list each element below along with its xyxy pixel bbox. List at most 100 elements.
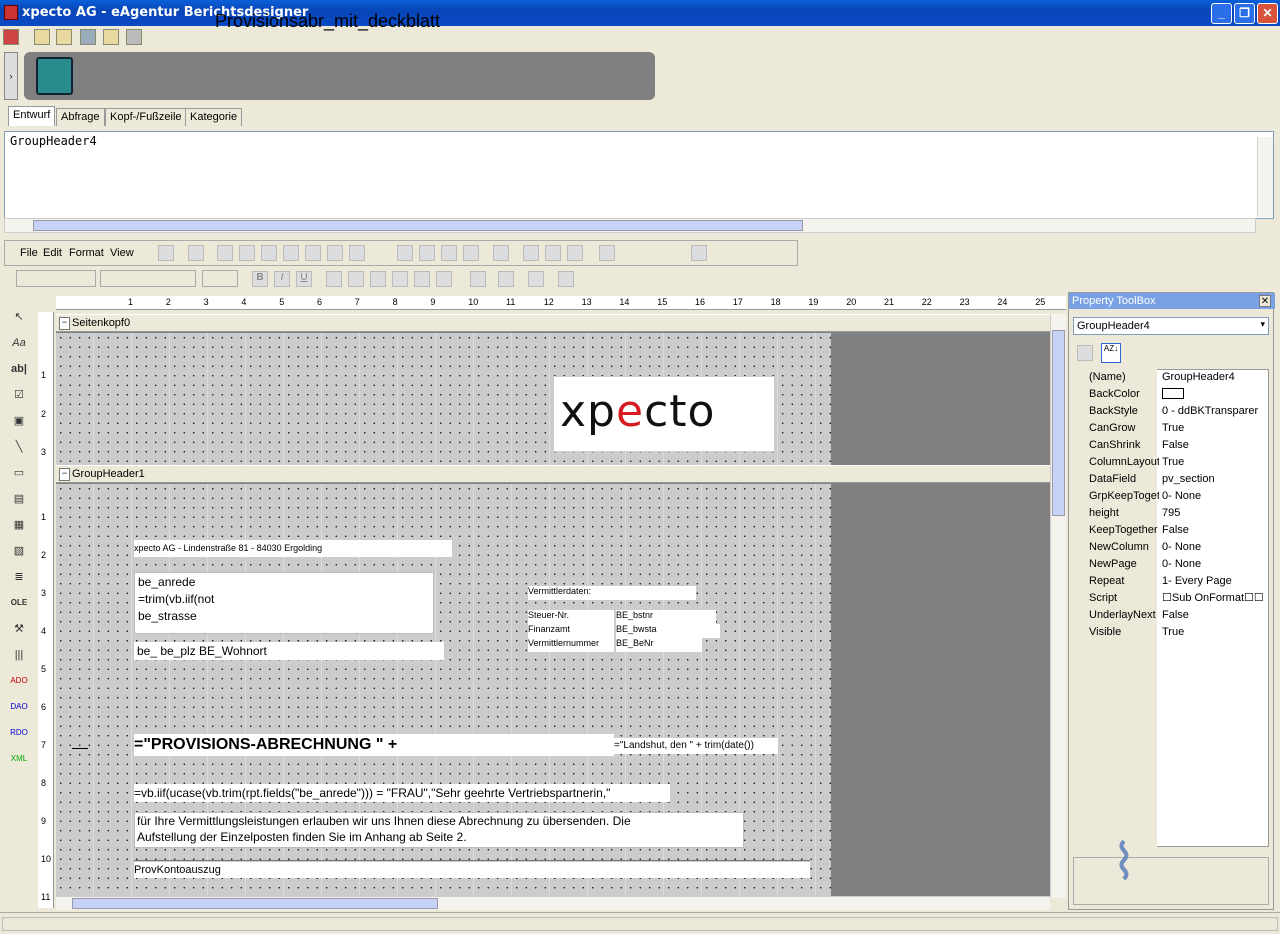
properties-icon[interactable] bbox=[158, 245, 174, 261]
property-value[interactable]: ☐Sub OnFormat☐☐ bbox=[1162, 590, 1268, 606]
property-value[interactable]: 795 bbox=[1162, 505, 1268, 521]
send-back-icon[interactable] bbox=[419, 245, 435, 261]
align-icon[interactable] bbox=[523, 245, 539, 261]
property-value[interactable]: pv_section bbox=[1162, 471, 1268, 487]
property-row[interactable]: CanGrow True bbox=[1073, 420, 1269, 437]
xml-tool-icon[interactable]: XML bbox=[8, 748, 30, 770]
alphabetical-icon[interactable]: AZ↓ bbox=[1101, 343, 1121, 363]
property-row[interactable]: (Name) GroupHeader4 bbox=[1073, 369, 1269, 386]
select-icon[interactable] bbox=[305, 245, 321, 261]
barcode-list-tool-icon[interactable]: ≣ bbox=[8, 566, 30, 588]
design-vscroll[interactable] bbox=[1050, 314, 1066, 898]
property-row[interactable]: GrpKeepTogetl 0- None bbox=[1073, 488, 1269, 505]
body-text[interactable]: für Ihre Vermittlungsleistungen erlauben… bbox=[134, 812, 744, 848]
property-value[interactable]: GroupHeader4 bbox=[1162, 369, 1268, 385]
line-color-icon[interactable] bbox=[528, 271, 544, 287]
categorized-icon[interactable] bbox=[1077, 345, 1093, 361]
pointer-icon[interactable]: ↖ bbox=[8, 306, 30, 328]
size-combo[interactable] bbox=[202, 270, 238, 287]
property-value[interactable]: 0- None bbox=[1162, 488, 1268, 504]
property-row[interactable]: NewColumn 0- None bbox=[1073, 539, 1269, 556]
paste-icon[interactable] bbox=[261, 245, 277, 261]
textbox-tool-icon[interactable]: ab| bbox=[8, 358, 30, 380]
scroll-thumb[interactable] bbox=[33, 220, 803, 231]
property-value[interactable]: True bbox=[1162, 454, 1268, 470]
align-right-icon[interactable] bbox=[370, 271, 386, 287]
finanzamt-label[interactable]: Finanzamt bbox=[528, 624, 614, 638]
dao-tool-icon[interactable]: DAO bbox=[8, 696, 30, 718]
image-tool-icon[interactable]: ▣ bbox=[8, 410, 30, 432]
design-hscroll[interactable] bbox=[56, 896, 1050, 910]
outdent-icon[interactable] bbox=[414, 271, 430, 287]
scroll-thumb[interactable] bbox=[1052, 330, 1065, 516]
property-row[interactable]: ColumnLayout True bbox=[1073, 454, 1269, 471]
menu-format[interactable]: Format bbox=[69, 247, 104, 259]
side-grip[interactable]: › bbox=[4, 52, 18, 100]
property-value[interactable]: 0 - ddBKTransparer bbox=[1162, 403, 1268, 419]
property-value[interactable] bbox=[1162, 386, 1268, 404]
scroll-thumb[interactable] bbox=[72, 898, 438, 909]
close-icon[interactable]: ✕ bbox=[1259, 295, 1271, 307]
label-tool-icon[interactable]: Aa bbox=[8, 332, 30, 354]
snap-icon[interactable] bbox=[463, 245, 479, 261]
tab-kopf-fusszeile[interactable]: Kopf-/Fußzeile bbox=[105, 108, 187, 126]
barcode-tool-icon[interactable]: ||| bbox=[8, 644, 30, 666]
list-icon[interactable] bbox=[392, 271, 408, 287]
crop-icon[interactable] bbox=[599, 245, 615, 261]
maximize-button[interactable]: ❐ bbox=[1234, 3, 1255, 24]
rectangle-tool-icon[interactable]: ▭ bbox=[8, 462, 30, 484]
property-row[interactable]: Visible True bbox=[1073, 624, 1269, 641]
property-row[interactable]: Script ☐Sub OnFormat☐☐ bbox=[1073, 590, 1269, 607]
address-block[interactable]: be_anrede =trim(vb.iif(not be_strasse bbox=[134, 572, 434, 634]
copy-icon[interactable] bbox=[239, 245, 255, 261]
window-icon[interactable] bbox=[188, 245, 204, 261]
property-value[interactable]: False bbox=[1162, 607, 1268, 623]
line-style-icon[interactable] bbox=[558, 271, 574, 287]
minimize-button[interactable]: _ bbox=[1211, 3, 1232, 24]
line-tool-icon[interactable]: ╲ bbox=[8, 436, 30, 458]
vermnr-value[interactable]: BE_BeNr bbox=[616, 638, 702, 652]
steuer-label[interactable]: Steuer-Nr. bbox=[528, 610, 614, 624]
property-value[interactable]: False bbox=[1162, 522, 1268, 538]
property-row[interactable]: BackColor bbox=[1073, 386, 1269, 403]
font-combo[interactable] bbox=[16, 270, 96, 287]
property-row[interactable]: NewPage 0- None bbox=[1073, 556, 1269, 573]
finanzamt-value[interactable]: BE_bwsta bbox=[616, 624, 720, 638]
menu-file[interactable]: File bbox=[20, 247, 38, 259]
steuer-value[interactable]: BE_bstnr bbox=[616, 610, 716, 624]
property-value[interactable]: 1- Every Page bbox=[1162, 573, 1268, 589]
spacing-icon[interactable] bbox=[545, 245, 561, 261]
salutation-expression[interactable]: =vb.iif(ucase(vb.trim(rpt.fields("be_anr… bbox=[134, 784, 670, 802]
tab-entwurf[interactable]: Entwurf bbox=[8, 106, 56, 126]
property-row[interactable]: BackStyle 0 - ddBKTransparer bbox=[1073, 403, 1269, 420]
vermittlerdaten-label[interactable]: Vermittlerdaten: bbox=[528, 586, 696, 600]
provkonto-subreport[interactable]: ProvKontoauszug bbox=[134, 862, 810, 878]
richtext-tool-icon[interactable]: ▤ bbox=[8, 488, 30, 510]
vermnr-label[interactable]: Vermittlernummer bbox=[528, 638, 614, 652]
design-surface[interactable]: Seitenkopf0 xpecto GroupHeader1 xpecto A… bbox=[56, 314, 1050, 898]
resize-icon[interactable] bbox=[691, 245, 707, 261]
section-groupheader1[interactable]: GroupHeader1 bbox=[56, 465, 1050, 483]
property-value[interactable]: True bbox=[1162, 624, 1268, 640]
cut-icon[interactable] bbox=[217, 245, 233, 261]
property-value[interactable]: 0- None bbox=[1162, 556, 1268, 572]
title-expression[interactable]: ="PROVISIONS-ABRECHNUNG " + bbox=[134, 734, 614, 756]
menu-edit[interactable]: Edit bbox=[43, 247, 62, 259]
property-row[interactable]: Repeat 1- Every Page bbox=[1073, 573, 1269, 590]
hammer-tool-icon[interactable]: ⚒ bbox=[8, 618, 30, 640]
menu-view[interactable]: View bbox=[110, 247, 134, 259]
rdo-tool-icon[interactable]: RDO bbox=[8, 722, 30, 744]
undo-icon[interactable] bbox=[283, 245, 299, 261]
page-icon[interactable] bbox=[327, 245, 343, 261]
object-select[interactable]: GroupHeader4 ▾ bbox=[1073, 317, 1269, 335]
bring-front-icon[interactable] bbox=[397, 245, 413, 261]
italic-icon[interactable]: I bbox=[274, 271, 290, 287]
date-expression[interactable]: ="Landshut, den " + trim(date()) bbox=[614, 738, 778, 754]
ado-tool-icon[interactable]: ADO bbox=[8, 670, 30, 692]
fill-color-icon[interactable] bbox=[470, 271, 486, 287]
tab-abfrage[interactable]: Abfrage bbox=[56, 108, 105, 126]
font-color-icon[interactable] bbox=[498, 271, 514, 287]
script-editor[interactable]: GroupHeader4 bbox=[4, 131, 1274, 219]
property-value[interactable]: False bbox=[1162, 437, 1268, 453]
tab-kategorie[interactable]: Kategorie bbox=[185, 108, 243, 126]
